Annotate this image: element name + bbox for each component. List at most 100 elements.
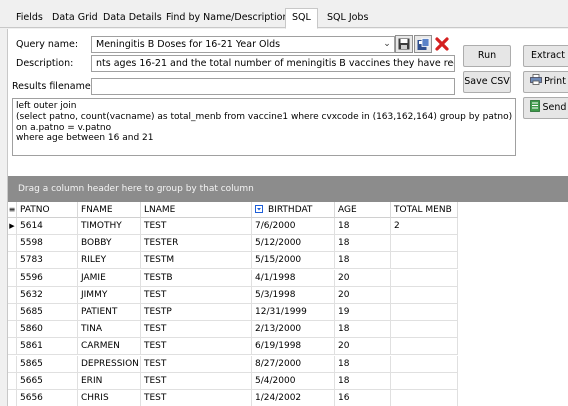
table-row[interactable]: 5861 CARMEN TEST 6/19/1998 20 (8, 338, 458, 356)
table-row[interactable]: 5860 TINA TEST 2/13/2000 18 (8, 321, 458, 339)
tab-fields[interactable]: Fields (10, 9, 49, 27)
cell-patno[interactable]: 5614 (17, 218, 78, 235)
column-header-birthdat[interactable]: BIRTHDAT (252, 202, 335, 218)
cell-patno[interactable]: 5860 (17, 321, 78, 339)
cell-patno[interactable]: 5865 (17, 355, 78, 373)
table-row[interactable]: 5596 JAMIE TESTB 4/1/1998 20 (8, 269, 458, 287)
table-row[interactable]: 5685 PATIENT TESTP 12/31/1999 19 (8, 304, 458, 321)
sql-editor[interactable]: left outer join (select patno, count(vac… (12, 98, 516, 156)
table-row[interactable]: 5656 CHRIS TEST 1/24/2002 16 (8, 390, 458, 406)
tab-find-by-name[interactable]: Find by Name/Description (160, 9, 295, 27)
cell-age[interactable]: 18 (335, 321, 391, 339)
cell-fname[interactable]: TIMOTHY (78, 218, 141, 235)
cell-fname[interactable]: JAMIE (78, 269, 141, 287)
table-row[interactable]: 5632 JIMMY TEST 5/3/1998 20 (8, 286, 458, 304)
cell-patno[interactable]: 5598 (17, 235, 78, 253)
cell-birthdat[interactable]: 7/6/2000 (252, 218, 335, 235)
send-button[interactable]: Send (523, 97, 568, 119)
cell-age[interactable]: 18 (335, 372, 391, 390)
cell-age[interactable]: 18 (335, 235, 391, 253)
tab-data-grid[interactable]: Data Grid (46, 9, 104, 27)
table-row[interactable]: 5598 BOBBY TESTER 5/12/2000 18 (8, 235, 458, 253)
cell-birthdat[interactable]: 6/19/1998 (252, 338, 335, 356)
cell-total-menb[interactable] (391, 304, 458, 321)
row-indicator[interactable] (8, 286, 17, 304)
row-indicator[interactable] (8, 269, 17, 287)
cell-lname[interactable]: TEST (141, 390, 252, 406)
cell-age[interactable]: 20 (335, 269, 391, 287)
cell-lname[interactable]: TESTM (141, 252, 252, 270)
cell-lname[interactable]: TEST (141, 338, 252, 356)
save-as-query-button[interactable] (414, 35, 432, 53)
cell-birthdat[interactable]: 2/13/2000 (252, 321, 335, 339)
current-row-indicator-icon[interactable]: ▶ (8, 218, 17, 235)
row-indicator[interactable] (8, 321, 17, 339)
save-csv-button[interactable]: Save CSV (463, 71, 511, 93)
group-by-drop-area[interactable]: Drag a column header here to group by th… (8, 176, 568, 202)
row-indicator[interactable] (8, 304, 17, 321)
cell-fname[interactable]: DEPRESSION (78, 355, 141, 373)
column-chooser-icon[interactable]: ≡ (8, 202, 17, 218)
column-header-fname[interactable]: FNAME (78, 202, 141, 218)
delete-query-button[interactable] (433, 35, 451, 53)
cell-total-menb[interactable] (391, 355, 458, 373)
results-filename-field[interactable] (91, 78, 455, 95)
cell-birthdat[interactable]: 4/1/1998 (252, 269, 335, 287)
cell-age[interactable]: 19 (335, 304, 391, 321)
cell-birthdat[interactable]: 5/3/1998 (252, 286, 335, 304)
cell-fname[interactable]: TINA (78, 321, 141, 339)
table-row[interactable]: 5783 RILEY TESTM 5/15/2000 18 (8, 252, 458, 270)
cell-patno[interactable]: 5861 (17, 338, 78, 356)
cell-age[interactable]: 20 (335, 286, 391, 304)
cell-birthdat[interactable]: 5/12/2000 (252, 235, 335, 253)
print-button[interactable]: Print (523, 71, 568, 93)
cell-birthdat[interactable]: 12/31/1999 (252, 304, 335, 321)
cell-age[interactable]: 20 (335, 338, 391, 356)
cell-age[interactable]: 18 (335, 252, 391, 270)
query-name-dropdown[interactable]: Meningitis B Doses for 16-21 Year Olds ⌄ (91, 36, 395, 53)
column-header-lname[interactable]: LNAME (141, 202, 252, 218)
cell-fname[interactable]: ERIN (78, 372, 141, 390)
cell-birthdat[interactable]: 5/4/2000 (252, 372, 335, 390)
cell-birthdat[interactable]: 5/15/2000 (252, 252, 335, 270)
cell-lname[interactable]: TEST (141, 218, 252, 235)
cell-lname[interactable]: TEST (141, 286, 252, 304)
extract-button[interactable]: Extract (523, 45, 568, 67)
table-row[interactable]: ▶ 5614 TIMOTHY TEST 7/6/2000 18 2 (8, 218, 458, 235)
cell-patno[interactable]: 5596 (17, 269, 78, 287)
column-header-total-menb[interactable]: TOTAL MENB (391, 202, 458, 218)
cell-patno[interactable]: 5685 (17, 304, 78, 321)
cell-total-menb[interactable] (391, 235, 458, 253)
table-row[interactable]: 5665 ERIN TEST 5/4/2000 18 (8, 372, 458, 390)
cell-fname[interactable]: CHRIS (78, 390, 141, 406)
tab-data-details[interactable]: Data Details (97, 9, 168, 27)
cell-age[interactable]: 18 (335, 355, 391, 373)
column-header-patno[interactable]: PATNO (17, 202, 78, 218)
tab-sql[interactable]: SQL (285, 8, 318, 29)
cell-patno[interactable]: 5632 (17, 286, 78, 304)
row-indicator[interactable] (8, 338, 17, 356)
cell-age[interactable]: 18 (335, 218, 391, 235)
cell-fname[interactable]: BOBBY (78, 235, 141, 253)
run-button[interactable]: Run (463, 45, 511, 67)
cell-patno[interactable]: 5665 (17, 372, 78, 390)
cell-lname[interactable]: TESTER (141, 235, 252, 253)
table-row[interactable]: 5865 DEPRESSION TEST 8/27/2000 18 (8, 355, 458, 373)
cell-total-menb[interactable] (391, 390, 458, 406)
row-indicator[interactable] (8, 235, 17, 253)
cell-birthdat[interactable]: 1/24/2002 (252, 390, 335, 406)
column-header-age[interactable]: AGE (335, 202, 391, 218)
cell-lname[interactable]: TEST (141, 355, 252, 373)
cell-total-menb[interactable] (391, 321, 458, 339)
cell-age[interactable]: 16 (335, 390, 391, 406)
chevron-down-icon[interactable]: ⌄ (382, 38, 392, 51)
cell-total-menb[interactable] (391, 372, 458, 390)
cell-fname[interactable]: PATIENT (78, 304, 141, 321)
cell-birthdat[interactable]: 8/27/2000 (252, 355, 335, 373)
row-indicator[interactable] (8, 372, 17, 390)
cell-lname[interactable]: TESTP (141, 304, 252, 321)
cell-fname[interactable]: JIMMY (78, 286, 141, 304)
cell-lname[interactable]: TEST (141, 321, 252, 339)
cell-patno[interactable]: 5656 (17, 390, 78, 406)
cell-total-menb[interactable] (391, 269, 458, 287)
